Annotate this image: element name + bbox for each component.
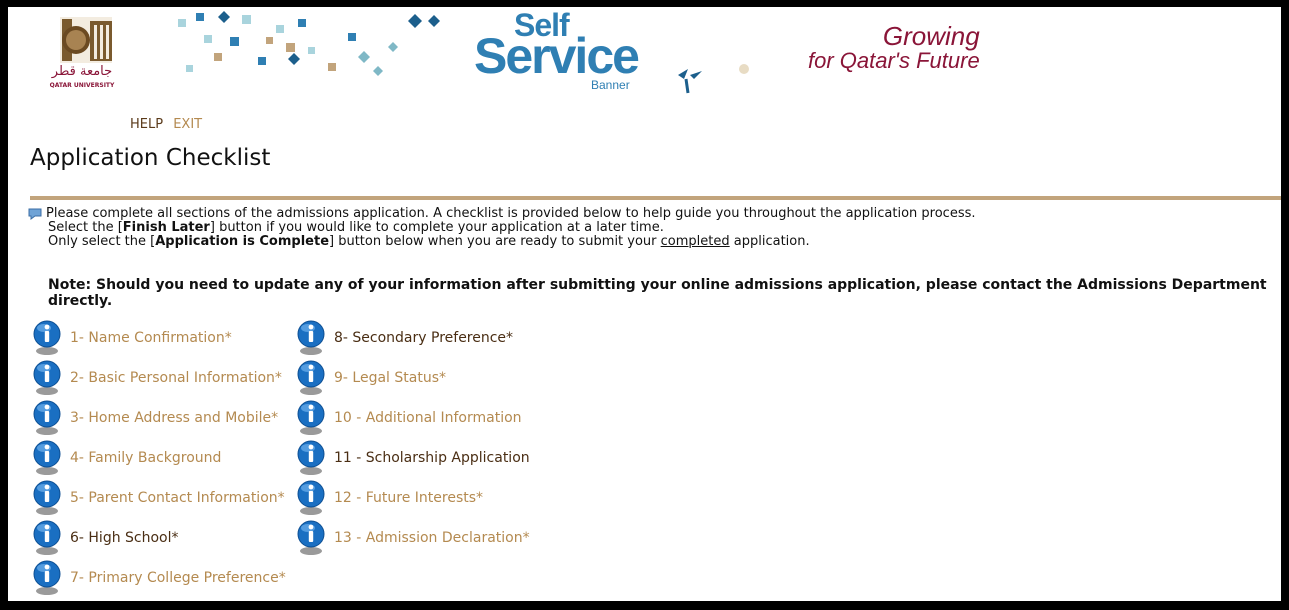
page-frame: جامعة قطر QATAR UNIVERSITY Self Service … <box>8 7 1281 601</box>
growing-text: Growing <box>882 21 980 51</box>
decorative-pattern <box>178 11 440 76</box>
info-line-2: Select the [Finish Later] button if you … <box>48 220 664 235</box>
application-complete-text: Application is Complete <box>155 234 330 249</box>
info-icon <box>297 480 325 515</box>
info-line-1: Please complete all sections of the admi… <box>46 206 976 221</box>
logo-arabic-text: جامعة قطر <box>51 64 112 79</box>
checklist-item: 6- High School* <box>32 518 286 558</box>
checklist-item: 3- Home Address and Mobile* <box>32 398 286 438</box>
page-title: Application Checklist <box>30 145 271 171</box>
checklist-link[interactable]: 7- Primary College Preference* <box>70 570 286 586</box>
checklist-item: 1- Name Confirmation* <box>32 318 286 358</box>
completed-text: completed <box>660 234 730 249</box>
checklist-link[interactable]: 13 - Admission Declaration* <box>334 530 530 546</box>
note-icon <box>28 208 42 220</box>
checklist-link[interactable]: 2- Basic Personal Information* <box>70 370 282 386</box>
info-text: Please complete all sections of the admi… <box>28 207 976 249</box>
checklist-link[interactable]: 9- Legal Status* <box>334 370 446 386</box>
self-service-wordmark: Self Service Banner <box>470 9 640 99</box>
info-icon <box>297 440 325 475</box>
info-icon <box>297 320 325 355</box>
help-link[interactable]: HELP <box>130 117 163 132</box>
divider <box>30 196 1281 200</box>
checklist-item: 5- Parent Contact Information* <box>32 478 286 518</box>
info-icon <box>33 480 61 515</box>
checklist-link[interactable]: 12 - Future Interests* <box>334 490 483 506</box>
logo-english-text: QATAR UNIVERSITY <box>50 82 115 89</box>
info-icon <box>297 520 325 555</box>
info-icon <box>33 440 61 475</box>
checklist-link[interactable]: 5- Parent Contact Information* <box>70 490 285 506</box>
growing-tagline: Growing for Qatar's Future <box>808 23 980 73</box>
checklist-link[interactable]: 11 - Scholarship Application <box>334 450 530 466</box>
checklist-link[interactable]: 8- Secondary Preference* <box>334 330 513 346</box>
qatar-university-logo: جامعة قطر QATAR UNIVERSITY <box>50 17 115 89</box>
service-text: Service <box>474 28 640 84</box>
checklist-item: 10 - Additional Information <box>296 398 530 438</box>
info-icon <box>297 400 325 435</box>
note-text: Note: Should you need to update any of y… <box>48 277 1267 309</box>
info-icon <box>33 560 61 595</box>
exit-link[interactable]: EXIT <box>173 117 202 132</box>
checklist-column-1: 1- Name Confirmation* 2- Basic Personal I… <box>32 318 286 598</box>
header-banner: جامعة قطر QATAR UNIVERSITY Self Service … <box>8 7 1281 102</box>
info-icon <box>33 360 61 395</box>
checklist-link[interactable]: 4- Family Background <box>70 450 221 466</box>
checklist-item: 11 - Scholarship Application <box>296 438 530 478</box>
banner-text: Banner <box>591 78 630 92</box>
info-line-3: Only select the [Application is Complete… <box>48 234 810 249</box>
decorative-leaves <box>678 64 749 94</box>
checklist-item: 2- Basic Personal Information* <box>32 358 286 398</box>
info-icon <box>297 360 325 395</box>
finish-later-text: Finish Later <box>122 220 210 235</box>
checklist-link[interactable]: 10 - Additional Information <box>334 410 522 426</box>
top-nav: HELP EXIT <box>130 117 202 132</box>
checklist-item: 13 - Admission Declaration* <box>296 518 530 558</box>
checklist-column-2: 8- Secondary Preference* 9- Legal Status*… <box>296 318 530 558</box>
checklist-item: 4- Family Background <box>32 438 286 478</box>
tagline-text: for Qatar's Future <box>808 48 980 73</box>
checklist-link[interactable]: 3- Home Address and Mobile* <box>70 410 278 426</box>
checklist-item: 9- Legal Status* <box>296 358 530 398</box>
checklist-link[interactable]: 1- Name Confirmation* <box>70 330 232 346</box>
info-icon <box>33 320 61 355</box>
checklist-item: 12 - Future Interests* <box>296 478 530 518</box>
info-icon <box>33 520 61 555</box>
checklist-item: 7- Primary College Preference* <box>32 558 286 598</box>
checklist-item: 8- Secondary Preference* <box>296 318 530 358</box>
checklist-link[interactable]: 6- High School* <box>70 530 179 546</box>
info-icon <box>33 400 61 435</box>
